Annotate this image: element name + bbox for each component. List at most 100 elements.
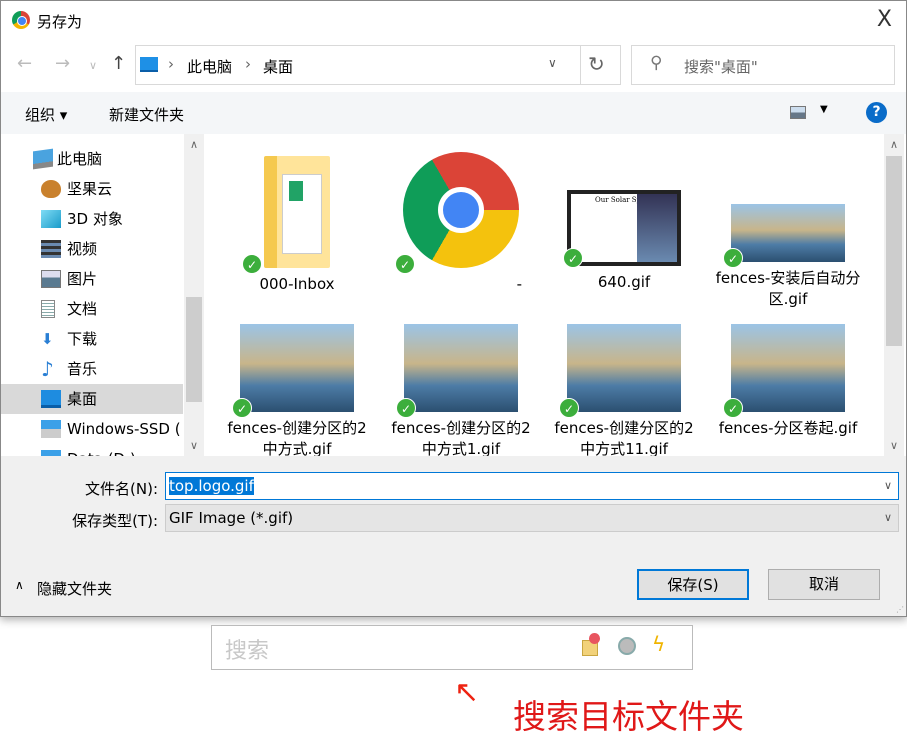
up-button[interactable]: ↑ xyxy=(111,53,126,74)
view-dropdown-icon[interactable]: ▼ xyxy=(820,104,828,115)
resize-grip-icon[interactable]: ⋰ xyxy=(896,605,904,614)
music-icon: ♪ xyxy=(41,360,61,378)
image-thumbnail: ✓ xyxy=(567,324,681,412)
filename-label: 文件名(N): xyxy=(85,478,158,499)
search-input[interactable]: 搜索"桌面" xyxy=(684,56,758,77)
chevron-down-icon: ∨ xyxy=(884,505,892,531)
recent-dropdown-button[interactable]: ∨ xyxy=(89,59,97,72)
sync-check-icon: ✓ xyxy=(396,398,416,418)
sidebar-item[interactable]: 3D 对象 xyxy=(1,204,183,234)
pictures-icon xyxy=(41,270,61,288)
history-clock-icon[interactable] xyxy=(618,637,636,655)
sync-check-icon: ✓ xyxy=(232,398,252,418)
file-list-scrollbar[interactable]: ∧∨ xyxy=(884,134,904,456)
file-item[interactable]: ✓fences-安装后自动分区.gif xyxy=(713,150,863,310)
sidebar-item[interactable]: ♪ 音乐 xyxy=(1,354,183,384)
favorite-folder-icon[interactable] xyxy=(582,640,598,656)
organize-button[interactable]: 组织 ▾ xyxy=(25,104,67,125)
file-item[interactable]: ✓000-Inbox xyxy=(222,150,372,295)
file-item[interactable]: Our Solar System✓ 640.gif xyxy=(549,150,699,293)
address-bar[interactable]: › 此电脑 › 桌面 ∨ ↻ xyxy=(135,45,621,85)
file-name: fences-安装后自动分区.gif xyxy=(713,268,863,310)
file-list: ✓000-Inbox✓-Our Solar System✓640.gif✓fen… xyxy=(204,134,906,456)
lightning-icon[interactable]: ϟ xyxy=(652,632,665,656)
save-as-dialog: 另存为 X ← → ∨ ↑ › 此电脑 › 桌面 ∨ ↻ ⚲ 搜索"桌面" 组织… xyxy=(0,0,907,617)
chrome-icon xyxy=(12,11,30,29)
file-name: fences-创建分区的2中方式11.gif xyxy=(549,418,699,456)
folder-icon: ✓ xyxy=(264,156,330,268)
chevron-down-icon[interactable]: ∨ xyxy=(548,56,557,70)
chevron-down-icon[interactable]: ∨ xyxy=(884,473,892,499)
dialog-title: 另存为 xyxy=(37,11,82,32)
sidebar-item-label: 下载 xyxy=(67,330,97,348)
file-name: fences-分区卷起.gif xyxy=(713,418,863,439)
sync-check-icon: ✓ xyxy=(723,398,743,418)
sidebar-item[interactable]: 视频 xyxy=(1,234,183,264)
back-button[interactable]: ← xyxy=(17,53,32,74)
refresh-icon[interactable]: ↻ xyxy=(588,52,605,76)
view-icon[interactable] xyxy=(790,106,806,119)
new-folder-button[interactable]: 新建文件夹 xyxy=(109,104,184,125)
browser-search-box[interactable]: 搜索 ϟ xyxy=(211,625,693,670)
sidebar-item-label: 坚果云 xyxy=(67,180,112,198)
file-item[interactable]: ✓fences-创建分区的2中方式11.gif xyxy=(549,320,699,456)
sync-check-icon: ✓ xyxy=(563,248,583,268)
image-thumbnail: ✓ xyxy=(731,204,845,262)
download-icon: ⬇ xyxy=(41,330,61,348)
sidebar-item[interactable]: 文档 xyxy=(1,294,183,324)
chevron-icon: › xyxy=(245,55,251,73)
sidebar-item[interactable]: 坚果云 xyxy=(1,174,183,204)
file-name: fences-创建分区的2中方式.gif xyxy=(222,418,372,456)
cancel-button[interactable]: 取消 xyxy=(768,569,880,600)
file-item[interactable]: ✓fences-创建分区的2中方式1.gif xyxy=(386,320,536,456)
computer-icon xyxy=(33,149,53,170)
chrome-file-icon: ✓ xyxy=(403,152,519,268)
search-icon: ⚲ xyxy=(650,53,662,73)
sidebar-item-label: 音乐 xyxy=(67,360,97,378)
annotation-text: 搜索目标文件夹 xyxy=(513,690,744,738)
3d-objects-icon xyxy=(41,210,61,228)
video-icon xyxy=(41,240,61,258)
file-item[interactable]: ✓fences-分区卷起.gif xyxy=(713,320,863,439)
chevron-icon: › xyxy=(168,55,174,73)
search-box[interactable]: ⚲ 搜索"桌面" xyxy=(631,45,895,85)
image-thumbnail: ✓ xyxy=(404,324,518,412)
sidebar-item[interactable]: Data (D:) xyxy=(1,444,183,456)
save-button[interactable]: 保存(S) xyxy=(637,569,749,600)
file-type-select[interactable]: GIF Image (*.gif) ∨ xyxy=(165,504,899,532)
sync-check-icon: ✓ xyxy=(723,248,743,268)
red-arrow-icon: ↑ xyxy=(446,672,489,715)
sidebar-item-label: 此电脑 xyxy=(57,150,102,168)
file-name: 640.gif xyxy=(549,272,699,293)
sidebar-scrollbar[interactable]: ∧∨ xyxy=(184,134,204,456)
sidebar-item-label: Windows-SSD ( xyxy=(67,420,181,438)
nutstore-icon xyxy=(41,180,61,198)
forward-button[interactable]: → xyxy=(55,53,70,74)
browser-search-input[interactable]: 搜索 xyxy=(225,633,269,665)
chevron-up-icon[interactable]: ∧ xyxy=(15,578,24,592)
sidebar-item-label: 3D 对象 xyxy=(67,210,123,228)
file-type-label: 保存类型(T): xyxy=(72,510,158,531)
sync-check-icon: ✓ xyxy=(559,398,579,418)
sidebar-item-label: 视频 xyxy=(67,240,97,258)
sidebar-item[interactable]: 此电脑 xyxy=(1,144,183,174)
filename-input[interactable]: top.logo.gif ∨ xyxy=(165,472,899,500)
image-thumbnail: ✓ xyxy=(240,324,354,412)
hide-folders-button[interactable]: 隐藏文件夹 xyxy=(37,578,112,599)
file-name: - xyxy=(386,274,536,295)
breadcrumb-pc[interactable]: 此电脑 xyxy=(187,56,232,77)
toolbar: 组织 ▾ 新建文件夹 ▼ ? xyxy=(1,92,906,134)
help-button[interactable]: ? xyxy=(866,102,887,123)
sidebar-item[interactable]: ⬇ 下载 xyxy=(1,324,183,354)
sidebar-item[interactable]: Windows-SSD ( xyxy=(1,414,183,444)
sidebar-item[interactable]: 桌面 xyxy=(1,384,183,414)
sidebar-item[interactable]: 图片 xyxy=(1,264,183,294)
filename-value: top.logo.gif xyxy=(169,477,254,495)
file-item[interactable]: ✓fences-创建分区的2中方式.gif xyxy=(222,320,372,456)
image-thumbnail: ✓ xyxy=(731,324,845,412)
file-item[interactable]: ✓- xyxy=(386,150,536,295)
breadcrumb-desktop[interactable]: 桌面 xyxy=(263,56,293,77)
navigation-pane: 此电脑坚果云 3D 对象视频图片文档 ⬇ 下载 ♪ 音乐桌面 Windows-SSD ( Da… xyxy=(1,134,204,456)
close-button[interactable]: X xyxy=(877,7,892,32)
image-thumbnail: Our Solar System✓ xyxy=(567,190,681,266)
